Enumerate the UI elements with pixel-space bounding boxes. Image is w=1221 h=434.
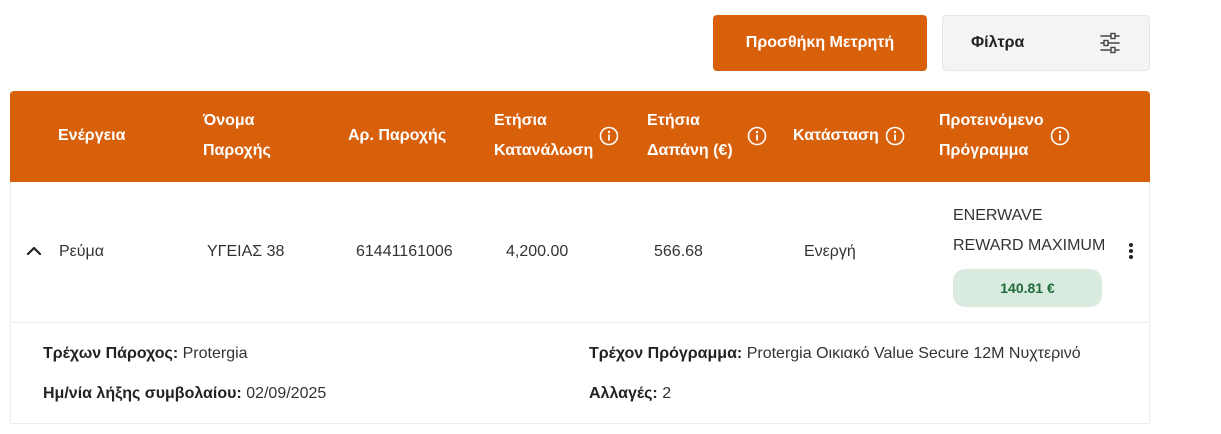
filters-label: Φίλτρα: [971, 34, 1025, 51]
cell-energy: Ρεύμα: [59, 243, 105, 260]
header-provider-name: Όνομα Παροχής: [203, 112, 271, 159]
current-provider: Τρέχων Πάροχος: Protergia: [43, 345, 248, 362]
header-annual-cost: Ετήσια Δαπάνη (€): [647, 106, 767, 166]
cell-provider-name: ΥΓΕΙΑΣ 38: [207, 243, 285, 260]
header-annual-consumption: Ετήσια Κατανάλωση: [494, 106, 619, 166]
more-options-icon[interactable]: [1126, 241, 1136, 261]
info-icon[interactable]: [885, 126, 905, 146]
contract-end-date: Ημ/νία λήξης συμβολαίου: 02/09/2025: [43, 385, 327, 402]
cell-status: Ενεργή: [804, 243, 856, 260]
proposed-plan-name: ENERWAVE REWARD MAXIMUM: [953, 207, 1106, 254]
header-energy: Ενέργεια: [58, 127, 126, 144]
header-supply-number: Αρ. Παροχής: [348, 127, 447, 144]
table-header: Ενέργεια Όνομα Παροχής Αρ. Παροχής Ετήσια…: [10, 91, 1150, 182]
cell-annual-consumption: 4,200.00: [506, 243, 569, 260]
current-plan: Τρέχον Πρόγραμμα: Protergia Οικιακό Valu…: [589, 345, 1081, 362]
filters-button[interactable]: Φίλτρα: [942, 15, 1150, 71]
changes-count: Αλλαγές: 2: [589, 385, 672, 402]
info-icon[interactable]: [599, 126, 619, 146]
sliders-icon: [1099, 32, 1121, 54]
info-icon[interactable]: [1050, 126, 1070, 146]
header-status: Κατάσταση: [793, 121, 905, 151]
cell-annual-cost: 566.68: [654, 243, 703, 260]
add-meter-button[interactable]: Προσθήκη Μετρητή: [713, 15, 927, 71]
header-proposed-plan: Προτεινόμενο Πρόγραμμα: [939, 106, 1070, 166]
proposed-price-badge: 140.81 €: [953, 269, 1102, 307]
info-icon[interactable]: [747, 126, 767, 146]
meters-table: Ενέργεια Όνομα Παροχής Αρ. Παροχής Ετήσια…: [10, 91, 1150, 424]
cell-supply-number: 61441161006: [356, 243, 453, 260]
chevron-up-icon[interactable]: [26, 244, 42, 256]
